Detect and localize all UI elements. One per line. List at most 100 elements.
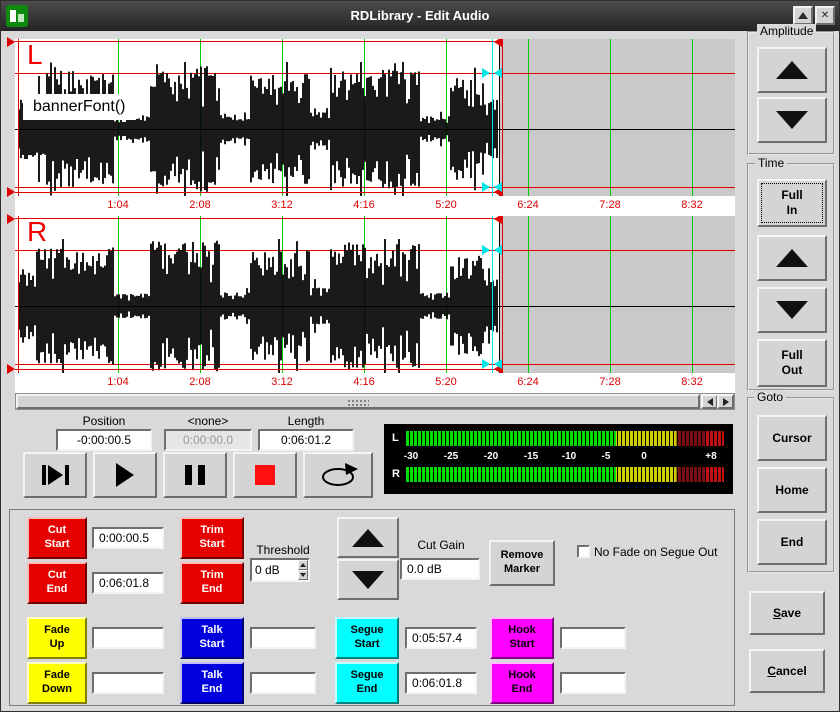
no-fade-checkbox[interactable] [577, 545, 590, 558]
amplitude-down-button[interactable] [757, 97, 827, 143]
fade-down-button[interactable]: Fade Down [27, 662, 87, 704]
full-in-button[interactable]: Full In [757, 179, 827, 227]
arrow-up-icon [776, 61, 808, 79]
fade-down-field[interactable] [92, 672, 164, 694]
fade-up-field[interactable] [92, 627, 164, 649]
cut-end-marker-icon[interactable] [494, 216, 502, 224]
cut-start-field[interactable] [92, 527, 164, 549]
goto-home-button[interactable]: Home [757, 467, 827, 513]
time-label: 3:12 [262, 376, 302, 388]
time-label: 1:04 [98, 376, 138, 388]
arrow-down-icon [352, 571, 384, 589]
waveform-scrollbar[interactable] [15, 393, 735, 410]
shade-button[interactable] [793, 6, 813, 25]
trim-start-button[interactable]: Trim Start [180, 517, 244, 559]
zoom-in-button[interactable] [757, 235, 827, 281]
threshold-down-button[interactable] [298, 570, 308, 580]
time-label: 6:24 [508, 199, 548, 211]
segue-end-button[interactable]: Segue End [335, 662, 399, 704]
segue-start-field[interactable] [405, 627, 477, 649]
segue-marker-icon[interactable] [494, 68, 502, 78]
pause-button[interactable] [163, 452, 227, 498]
play-from-start-button[interactable] [23, 452, 87, 498]
time-label: 7:28 [590, 199, 630, 211]
meter-scale: -5 [592, 451, 620, 462]
time-label: 4:16 [344, 199, 384, 211]
threshold-input[interactable] [252, 560, 298, 580]
remove-marker-button[interactable]: Remove Marker [489, 540, 555, 586]
cut-end-field[interactable] [92, 572, 164, 594]
titlebar: RDLibrary - Edit Audio ✕ [1, 1, 839, 31]
cut-start-marker-icon[interactable] [7, 37, 15, 47]
waveform-panel: L bannerFont() 1:042:083:124:165:206:247… [15, 39, 735, 410]
window-title: RDLibrary - Edit Audio [1, 8, 839, 23]
no-fade-label: No Fade on Segue Out [594, 545, 734, 559]
amplitude-up-button[interactable] [757, 47, 827, 93]
save-button[interactable]: Save [749, 591, 825, 635]
audio-meter: L -30 -25 -20 -15 -10 -5 0 +8 R [384, 424, 733, 494]
cut-region-line [15, 218, 502, 219]
threshold-up-button[interactable] [298, 560, 308, 570]
segue-marker-icon[interactable] [494, 245, 502, 255]
segue-marker-icon[interactable] [494, 359, 502, 369]
hook-end-button[interactable]: Hook End [490, 662, 554, 704]
audio-end-line [499, 39, 500, 196]
segue-marker-icon[interactable] [482, 68, 490, 78]
meter-scale: -10 [555, 451, 583, 462]
gain-down-button[interactable] [337, 559, 399, 600]
waveform-channel-right[interactable]: R 1:042:083:124:165:206:247:288:32 [15, 216, 735, 393]
banner-font-label: bannerFont() [23, 94, 136, 120]
cut-region-line [15, 192, 502, 193]
fade-up-button[interactable]: Fade Up [27, 617, 87, 659]
cancel-button[interactable]: Cancel [749, 649, 825, 693]
talk-start-field[interactable] [250, 627, 316, 649]
cut-end-marker-icon[interactable] [494, 39, 502, 47]
goto-cursor-button[interactable]: Cursor [757, 415, 827, 461]
hook-start-button[interactable]: Hook Start [490, 617, 554, 659]
spin-up-icon [300, 563, 306, 567]
cut-start-marker-icon[interactable] [7, 364, 15, 374]
talk-end-button[interactable]: Talk End [180, 662, 244, 704]
segue-end-field[interactable] [405, 672, 477, 694]
goto-end-button[interactable]: End [757, 519, 827, 565]
time-label: 2:08 [180, 376, 220, 388]
zoom-out-button[interactable] [757, 287, 827, 333]
play-button[interactable] [93, 452, 157, 498]
segue-marker-icon[interactable] [494, 182, 502, 192]
cut-start-marker-icon[interactable] [7, 187, 15, 197]
loop-button[interactable] [303, 452, 373, 498]
close-button[interactable]: ✕ [815, 6, 835, 25]
talk-end-field[interactable] [250, 672, 316, 694]
segue-marker-icon[interactable] [482, 359, 490, 369]
goto-group-label: Goto [754, 390, 786, 404]
length-label: Length [258, 414, 354, 428]
channel-label-right: R [27, 216, 47, 248]
cut-start-button[interactable]: Cut Start [27, 517, 87, 559]
segue-marker-icon[interactable] [482, 182, 490, 192]
meter-right-label: R [392, 468, 400, 480]
hook-start-field[interactable] [560, 627, 626, 649]
waveform-channel-left[interactable]: L bannerFont() 1:042:083:124:165:206:247… [15, 39, 735, 216]
marker-controls: Cut Start Cut End Trim Start Threshold T… [9, 509, 735, 706]
hook-end-field[interactable] [560, 672, 626, 694]
cut-gain-label: Cut Gain [402, 538, 480, 552]
gain-up-button[interactable] [337, 517, 399, 558]
meter-left-label: L [392, 432, 399, 444]
threshold-spinner[interactable] [250, 558, 310, 582]
scrollbar-thumb[interactable] [16, 394, 700, 409]
arrow-left-icon [707, 398, 713, 406]
cut-start-marker-icon[interactable] [7, 214, 15, 224]
segue-start-button[interactable]: Segue Start [335, 617, 399, 659]
pause-icon [185, 465, 192, 485]
scroll-left-button[interactable] [701, 394, 718, 409]
trim-end-button[interactable]: Trim End [180, 562, 244, 604]
shade-icon [798, 12, 808, 19]
stop-button[interactable] [233, 452, 297, 498]
segue-marker-icon[interactable] [482, 245, 490, 255]
cut-end-button[interactable]: Cut End [27, 562, 87, 604]
full-out-button[interactable]: Full Out [757, 339, 827, 387]
cut-end-line [502, 216, 503, 373]
talk-start-button[interactable]: Talk Start [180, 617, 244, 659]
loop-icon [316, 462, 360, 488]
scroll-right-button[interactable] [717, 394, 734, 409]
